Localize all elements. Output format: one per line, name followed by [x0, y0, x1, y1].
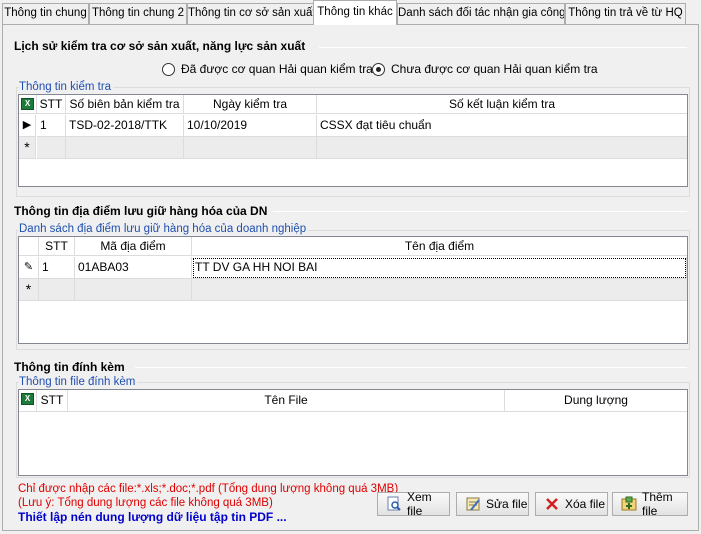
file-size-note: (Lưu ý: Tổng dung lượng các file không q…: [18, 497, 273, 509]
section-divider: [319, 47, 687, 48]
radio-not-inspected-label: Chưa được cơ quan Hải quan kiểm tra: [391, 62, 598, 76]
inspection-grid[interactable]: X STT Số biên bản kiểm tra Ngày kiểm tra…: [18, 94, 688, 187]
new-row-indicator[interactable]: *: [19, 279, 39, 301]
tab-general-2[interactable]: Thông tin chung 2: [89, 3, 187, 24]
section-divider: [135, 367, 687, 368]
attachments-section-title: Thông tin đính kèm: [14, 360, 125, 374]
col-header-report-no[interactable]: Số biên bản kiểm tra: [66, 95, 184, 114]
new-row-cell[interactable]: [317, 137, 687, 159]
grid-corner: X: [19, 390, 37, 412]
file-type-note: Chỉ được nhập các file:*.xls;*.doc;*.pdf…: [18, 483, 399, 495]
col-header-stt[interactable]: STT: [39, 237, 75, 256]
new-row-cell[interactable]: [184, 137, 317, 159]
view-file-icon: [386, 496, 402, 512]
col-header-inspection-date[interactable]: Ngày kiểm tra: [184, 95, 317, 114]
delete-file-label: Xóa file: [565, 497, 606, 511]
inspection-group-title: Thông tin kiểm tra: [19, 81, 114, 93]
excel-icon[interactable]: X: [21, 393, 34, 405]
new-row-indicator[interactable]: *: [19, 137, 36, 159]
add-file-icon: [621, 496, 637, 512]
edit-file-label: Sửa file: [486, 497, 528, 511]
excel-icon[interactable]: X: [21, 98, 34, 110]
pdf-compression-link[interactable]: Thiết lập nén dung lượng dữ liệu tập tin…: [18, 510, 287, 524]
radio-not-inspected[interactable]: Chưa được cơ quan Hải quan kiểm tra: [372, 62, 598, 76]
table-cell-date[interactable]: 10/10/2019: [184, 115, 317, 137]
edit-pencil-icon[interactable]: ✎: [19, 257, 39, 279]
edit-file-icon: [465, 496, 481, 512]
new-row-cell[interactable]: [192, 279, 687, 301]
current-row-indicator[interactable]: ▶: [19, 115, 36, 137]
col-header-stt[interactable]: STT: [37, 95, 66, 114]
edit-file-button[interactable]: Sửa file: [456, 492, 529, 516]
inspection-section-title: Lịch sử kiểm tra cơ sở sản xuất, năng lự…: [14, 39, 306, 53]
add-file-button[interactable]: Thêm file: [612, 490, 688, 518]
table-cell-location-code[interactable]: 01ABA03: [75, 257, 192, 279]
add-file-label: Thêm file: [642, 490, 673, 518]
storage-section-title: Thông tin địa điểm lưu giữ hàng hóa của …: [14, 204, 268, 218]
table-cell-stt[interactable]: 1: [39, 257, 75, 279]
view-file-label: Xem file: [407, 490, 432, 518]
tab-partners[interactable]: Danh sách đối tác nhận gia công: [397, 3, 565, 24]
radio-inspected-label: Đã được cơ quan Hải quan kiểm tra: [181, 62, 373, 76]
tab-customs-response[interactable]: Thông tin trả về từ HQ: [565, 3, 686, 24]
storage-group-title: Danh sách địa điểm lưu giữ hàng hóa của …: [19, 223, 309, 235]
attachments-group-title: Thông tin file đính kèm: [19, 376, 138, 388]
new-row-cell[interactable]: [37, 137, 66, 159]
radio-not-inspected-dot[interactable]: [372, 62, 385, 76]
table-cell-report-no[interactable]: TSD-02-2018/TTK: [66, 115, 184, 137]
delete-file-button[interactable]: Xóa file: [535, 492, 608, 516]
table-cell-conclusion[interactable]: CSSX đạt tiêu chuẩn: [317, 115, 687, 137]
attachments-grid[interactable]: X STT Tên File Dung lượng: [18, 389, 688, 476]
tab-general[interactable]: Thông tin chung: [2, 3, 89, 24]
radio-inspected-dot[interactable]: [162, 62, 175, 76]
tab-panel: Lịch sử kiểm tra cơ sở sản xuất, năng lự…: [2, 24, 699, 531]
new-row-cell[interactable]: [66, 137, 184, 159]
table-cell-location-name[interactable]: TT DV GA HH NOI BAI: [192, 257, 687, 279]
col-header-file-size[interactable]: Dung lượng: [505, 390, 687, 412]
table-cell-stt[interactable]: 1: [37, 115, 66, 137]
view-file-button[interactable]: Xem file: [377, 490, 450, 518]
tab-strip: Thông tin chung Thông tin chung 2 Thông …: [0, 0, 701, 25]
col-header-file-name[interactable]: Tên File: [68, 390, 505, 412]
col-header-location-code[interactable]: Mã địa điểm: [75, 237, 192, 256]
new-row-cell[interactable]: [75, 279, 192, 301]
grid-corner: [19, 237, 39, 256]
new-row-cell[interactable]: [39, 279, 75, 301]
tab-production-facility[interactable]: Thông tin cơ sở sản xuất: [187, 3, 314, 24]
delete-x-icon: [544, 496, 560, 512]
grid-corner: X: [19, 95, 37, 114]
radio-inspected[interactable]: Đã được cơ quan Hải quan kiểm tra: [162, 62, 373, 76]
tab-other-info[interactable]: Thông tin khác: [313, 0, 397, 25]
col-header-location-name[interactable]: Tên địa điểm: [192, 237, 687, 256]
section-divider: [273, 211, 687, 212]
col-header-conclusion-no[interactable]: Số kết luận kiểm tra: [317, 95, 687, 114]
col-header-stt[interactable]: STT: [37, 390, 68, 412]
storage-grid[interactable]: STT Mã địa điểm Tên địa điểm ✎ 1 01ABA03…: [18, 236, 688, 344]
